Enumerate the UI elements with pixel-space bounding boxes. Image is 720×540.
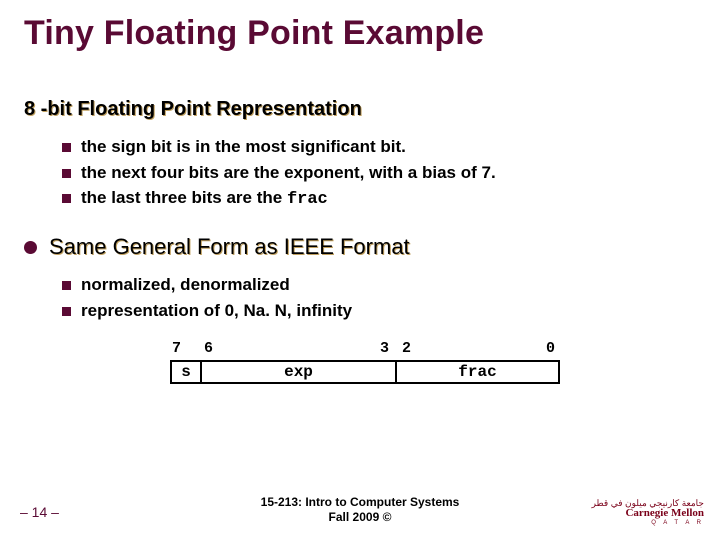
slide-title: Tiny Floating Point Example — [24, 14, 484, 53]
list-item: the last three bits are the frac — [62, 185, 496, 213]
field-fraction: frac — [397, 362, 558, 382]
bit-label: 0 — [546, 340, 555, 357]
bit-label: 3 — [380, 340, 389, 357]
list-text: representation of 0, Na. N, infinity — [81, 301, 352, 320]
list-text: normalized, denormalized — [81, 275, 290, 294]
circle-bullet-icon — [24, 241, 37, 254]
bit-label: 7 — [172, 340, 181, 357]
square-bullet-icon — [62, 307, 71, 316]
list-item: representation of 0, Na. N, infinity — [62, 298, 352, 324]
square-bullet-icon — [62, 169, 71, 178]
square-bullet-icon — [62, 194, 71, 203]
field-sign: s — [172, 362, 202, 382]
section-heading-ieee: Same General Form as IEEE Format — [24, 234, 410, 260]
list-text: the last three bits are the — [81, 188, 287, 207]
square-bullet-icon — [62, 281, 71, 290]
bit-index-labels: 7 6 3 2 0 — [170, 340, 560, 360]
list-text-mono: frac — [287, 190, 328, 209]
list-item: the next four bits are the exponent, wit… — [62, 160, 496, 186]
bitfield-diagram: 7 6 3 2 0 s exp frac — [170, 340, 560, 384]
ieee-list: normalized, denormalized representation … — [62, 272, 352, 323]
cmu-qatar-logo: جامعة كارنيجي ميلون في قطر Carnegie Mell… — [592, 499, 704, 526]
bit-label: 6 — [204, 340, 213, 357]
square-bullet-icon — [62, 143, 71, 152]
bitfield-boxes: s exp frac — [170, 360, 560, 384]
logo-english: Carnegie Mellon — [592, 508, 704, 519]
slide: Tiny Floating Point Example 8 -bit Float… — [0, 0, 720, 540]
list-text: the next four bits are the exponent, wit… — [81, 163, 496, 182]
field-exponent: exp — [202, 362, 397, 382]
list-text: the sign bit is in the most significant … — [81, 137, 406, 156]
list-item: normalized, denormalized — [62, 272, 352, 298]
bit-label: 2 — [402, 340, 411, 357]
logo-qatar: Q A T A R — [592, 520, 704, 526]
section-heading-text: Same General Form as IEEE Format — [49, 234, 410, 260]
list-item: the sign bit is in the most significant … — [62, 134, 496, 160]
representation-list: the sign bit is in the most significant … — [62, 134, 496, 213]
section-heading-representation: 8 -bit Floating Point Representation — [24, 98, 362, 121]
